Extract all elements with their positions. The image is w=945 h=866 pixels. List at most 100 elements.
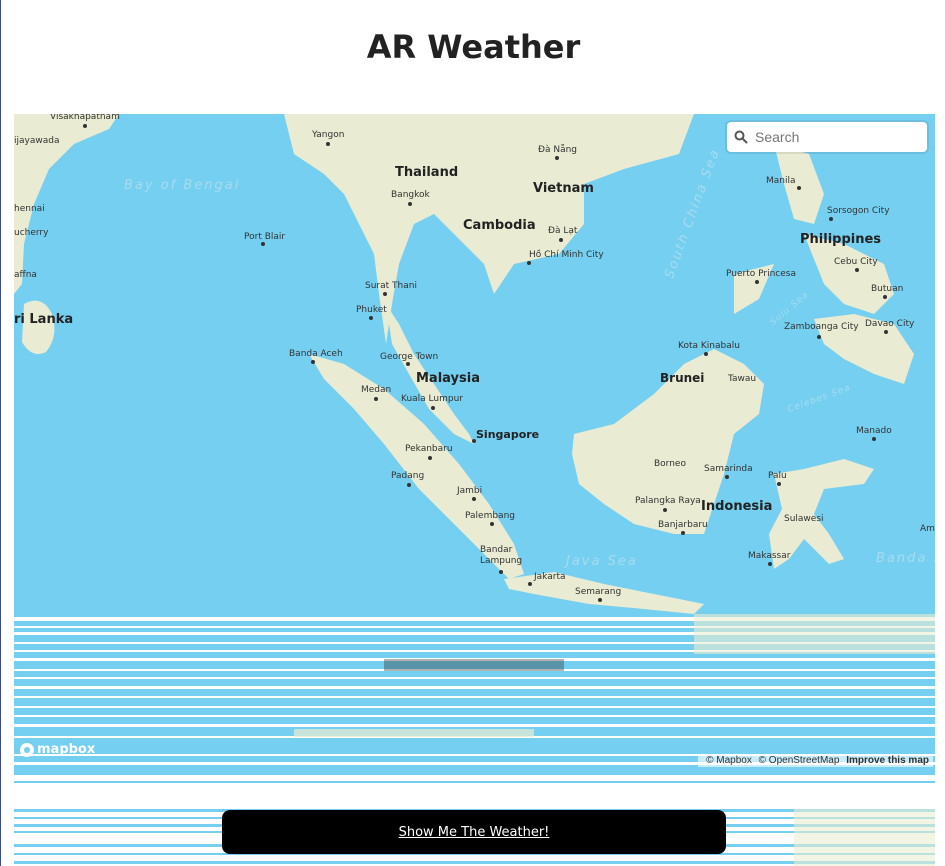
search-input[interactable] [755, 123, 915, 151]
page-title: AR Weather [366, 28, 581, 66]
city-dot [725, 475, 729, 479]
city-dot [431, 406, 435, 410]
city-label-phuket: Phuket [356, 305, 387, 315]
country-label-sri-lanka: ri Lanka [14, 312, 74, 327]
city-label-vijayawada: ijayawada [14, 136, 60, 146]
city-label-puerto-princesa: Puerto Princesa [726, 269, 796, 279]
city-dot [408, 202, 412, 206]
city-label-ambon: Am [920, 524, 935, 534]
city-dot [407, 483, 411, 487]
city-label-yangon: Yangon [312, 130, 345, 140]
sea-label-banda-sea: Banda Sea [876, 551, 935, 566]
sea-label-java-sea: Java Sea [566, 554, 638, 569]
city-dot [406, 362, 410, 366]
city-dot [755, 280, 759, 284]
city-dot [261, 242, 265, 246]
city-dot [527, 261, 531, 265]
city-label-palu: Palu [768, 471, 787, 481]
city-label-borneo: Borneo [654, 459, 686, 469]
city-label-zamboanga: Zamboanga City [784, 322, 859, 332]
city-dot [83, 124, 87, 128]
city-label-chennai: hennai [14, 204, 45, 214]
mapbox-logo[interactable]: mapbox [20, 742, 95, 757]
city-label-ho-chi-minh: Hồ Chí Minh City [529, 250, 604, 260]
sea-label-bay-of-bengal: Bay of Bengal [124, 178, 241, 193]
city-label-palembang: Palembang [465, 511, 515, 521]
city-label-da-nang: Đà Nẵng [538, 145, 578, 155]
city-dot [681, 531, 685, 535]
mapbox-logo-text: mapbox [37, 742, 96, 757]
country-label-vietnam: Vietnam [533, 181, 594, 196]
city-label-manila: Manila [766, 176, 796, 186]
city-label-banda-aceh: Banda Aceh [289, 349, 343, 359]
city-dot [883, 295, 887, 299]
show-weather-button[interactable]: Show Me The Weather! [222, 810, 726, 854]
city-label-tawau: Tawau [728, 374, 757, 384]
attribution-osm-link[interactable]: © OpenStreetMap [759, 755, 840, 766]
city-dot [383, 292, 387, 296]
city-label-sulawesi: Sulawesi [784, 514, 824, 524]
city-label-bangkok: Bangkok [391, 190, 430, 200]
city-label-cherry: ucherry [14, 228, 49, 238]
city-dot [559, 238, 563, 242]
city-dot [797, 186, 801, 190]
city-dot [884, 330, 888, 334]
city-label-pekanbaru: Pekanbaru [405, 444, 453, 454]
city-label-medan: Medan [361, 385, 392, 395]
mapbox-logo-icon [20, 742, 34, 757]
city-label-palangka-raya: Palangka Raya [635, 496, 701, 506]
city-dot [829, 217, 833, 221]
search-icon [727, 122, 755, 152]
city-dot [777, 482, 781, 486]
city-label-banjarbaru: Banjarbaru [658, 520, 708, 530]
city-label-samarinda: Samarinda [704, 464, 753, 474]
city-dot [472, 497, 476, 501]
city-label-jakarta: Jakarta [534, 572, 566, 582]
city-dot [768, 562, 772, 566]
city-dot [872, 437, 876, 441]
city-dot [817, 335, 821, 339]
city-dot [490, 522, 494, 526]
city-label-makassar: Makassar [748, 551, 791, 561]
country-label-indonesia: Indonesia [701, 499, 773, 514]
city-label-jambi: Jambi [457, 486, 483, 496]
city-dot [428, 456, 432, 460]
search-box[interactable] [727, 122, 927, 152]
city-label-george-town: George Town [380, 352, 439, 362]
map-render-artifact [14, 614, 935, 769]
city-label-manado: Manado [856, 426, 892, 436]
attribution-improve-link[interactable]: Improve this map [846, 755, 929, 766]
city-dot [555, 156, 559, 160]
city-dot [326, 142, 330, 146]
city-label-visakhapatnam: Visakhapatnam [50, 114, 120, 122]
country-label-malaysia: Malaysia [416, 371, 480, 386]
city-dot [374, 397, 378, 401]
city-dot [598, 598, 602, 602]
city-label-kuala-lumpur: Kuala Lumpur [401, 394, 463, 404]
city-dot [663, 508, 667, 512]
city-label-semarang: Semarang [575, 587, 622, 597]
city-label-bandar-lampung: Bandar Lampung [480, 545, 523, 566]
city-label-surat-thani: Surat Thani [365, 281, 417, 291]
attribution-mapbox-link[interactable]: © Mapbox [706, 755, 752, 766]
city-label-padang: Padang [391, 471, 425, 481]
city-dot [499, 570, 503, 574]
city-label-davao: Davao City [865, 319, 915, 329]
city-dot [369, 316, 373, 320]
city-dot [472, 439, 476, 443]
city-label-cebu: Cebu City [834, 257, 878, 267]
country-label-philippines: Philippines [800, 232, 882, 247]
city-label-butuan: Butuan [871, 284, 904, 294]
city-dot [704, 352, 708, 356]
city-label-port-blair: Port Blair [244, 232, 286, 242]
country-label-thailand: Thailand [395, 165, 459, 180]
city-dot [528, 582, 532, 586]
country-label-brunei: Brunei [660, 371, 705, 385]
city-label-kota-kinabalu: Kota Kinabalu [678, 341, 740, 351]
city-dot [311, 360, 315, 364]
city-label-sorsogon: Sorsogon City [827, 206, 890, 216]
city-dot [855, 268, 859, 272]
map[interactable]: Thailand Vietnam Cambodia Malaysia Singa… [14, 114, 935, 769]
country-label-cambodia: Cambodia [463, 218, 536, 233]
city-label-jaffna: affna [14, 270, 37, 280]
